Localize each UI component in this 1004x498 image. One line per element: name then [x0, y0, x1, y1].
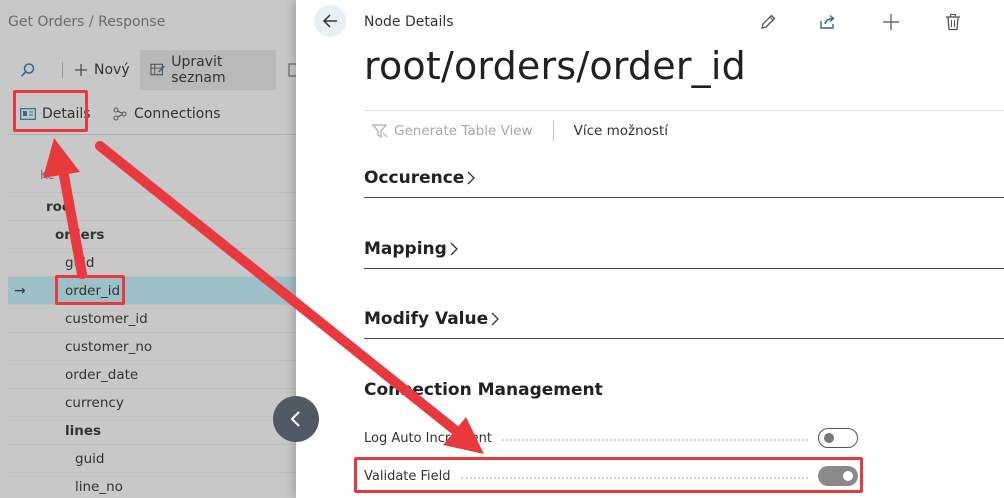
add-button[interactable] [879, 10, 903, 34]
tree-row[interactable]: currency [8, 388, 296, 416]
tree-row-label: guid [65, 254, 95, 271]
node-details-panel: Node Details root/orders/order_id Genera… [296, 0, 1004, 498]
toolbar-divider [62, 62, 63, 78]
chevron-right-icon [450, 242, 458, 256]
tree-row-label: orders [55, 226, 105, 243]
chevron-right-icon [467, 171, 476, 185]
toggle-knob [824, 433, 834, 443]
tree-row-label: customer_id [65, 310, 148, 327]
tree-row[interactable]: guid [8, 444, 296, 472]
trash-icon [946, 13, 960, 31]
log-auto-increment-label: Log Auto Increment [364, 430, 492, 446]
tree-row[interactable]: order_date [8, 360, 296, 388]
tree-row-label: order_date [65, 366, 139, 383]
section-mapping-title: Mapping [364, 239, 447, 259]
chevron-right-icon [491, 312, 500, 326]
tree-row[interactable]: orders [8, 220, 296, 248]
tree-row[interactable]: customer_id [8, 304, 296, 332]
section-modify-value-title: Modify Value [364, 309, 489, 329]
node-tree: roo orders guid → order_id customer_idcustome… [8, 192, 296, 498]
column-header-key: Ke [40, 168, 55, 182]
share-icon [820, 14, 835, 29]
page-title: root/orders/order_id [364, 44, 746, 88]
tree-row[interactable]: lines [8, 416, 296, 444]
new-button[interactable]: Nový [74, 50, 130, 90]
section-modify-value[interactable]: Modify Value [364, 309, 1004, 339]
section-occurence[interactable]: Occurence [364, 168, 1004, 198]
section-occurence-title: Occurence [364, 168, 465, 188]
highlight-box-details [13, 90, 88, 132]
search-icon [20, 63, 35, 77]
chevron-left-icon [290, 411, 300, 427]
tab-connections[interactable]: Connections [112, 94, 221, 134]
edit-button[interactable] [756, 10, 780, 34]
selected-row-arrow-icon: → [14, 282, 26, 299]
tree-row-label: guid [75, 450, 105, 467]
highlight-box-order-id [55, 275, 125, 305]
back-button[interactable] [314, 5, 346, 37]
tab-connections-label: Connections [134, 106, 221, 122]
search-button[interactable] [14, 50, 42, 90]
tree-row-label: roo [46, 198, 72, 215]
tree-row[interactable]: roo [8, 192, 296, 220]
section-mapping[interactable]: Mapping [364, 239, 1004, 269]
tree-row-selected[interactable]: → order_id [8, 276, 296, 304]
highlight-box-validate-field [354, 457, 863, 493]
more-toolbar-icon[interactable] [288, 50, 296, 90]
list-toolbar: Nový Upravit seznam [0, 50, 296, 90]
generate-label: Generate Table View [394, 123, 533, 139]
breadcrumb: Get Orders / Response [8, 14, 166, 30]
tabs-divider [8, 134, 296, 135]
section-connection-management-title: Connection Management [364, 380, 603, 400]
share-button[interactable] [816, 10, 840, 34]
new-label: Nový [94, 62, 130, 78]
title-divider [364, 110, 1004, 111]
generate-table-view-button[interactable]: Generate Table View [364, 123, 533, 139]
tree-row-label: lines [65, 422, 102, 439]
list-panel: Get Orders / Response Nový Upravit sezna… [0, 0, 296, 498]
tree-row[interactable]: line_no [8, 472, 296, 498]
edit-list-icon [150, 63, 165, 76]
edit-list-button[interactable]: Upravit seznam [140, 50, 276, 90]
plus-icon [883, 14, 899, 30]
more-options-button[interactable]: Více možností [574, 123, 668, 139]
tree-row-label: currency [65, 394, 124, 411]
log-auto-increment-toggle[interactable] [818, 428, 858, 448]
field-log-auto-increment: Log Auto Increment [364, 427, 858, 449]
tree-row-label: customer_no [65, 338, 153, 355]
connections-icon [113, 107, 127, 121]
field-leader-dots [501, 439, 808, 441]
pencil-icon [761, 14, 776, 29]
tree-row-label: line_no [75, 478, 123, 495]
edit-list-label: Upravit seznam [171, 54, 226, 86]
funnel-icon [372, 124, 388, 139]
tree-row[interactable]: guid [8, 248, 296, 276]
collapse-panel-button[interactable] [273, 396, 319, 442]
panel-header: Node Details [364, 14, 454, 30]
tree-row[interactable]: customer_no [8, 332, 296, 360]
back-arrow-icon [322, 14, 337, 28]
action-divider [552, 121, 554, 141]
plus-icon [75, 64, 87, 76]
delete-button[interactable] [941, 10, 965, 34]
action-bar: Generate Table View Více možností [364, 116, 668, 146]
